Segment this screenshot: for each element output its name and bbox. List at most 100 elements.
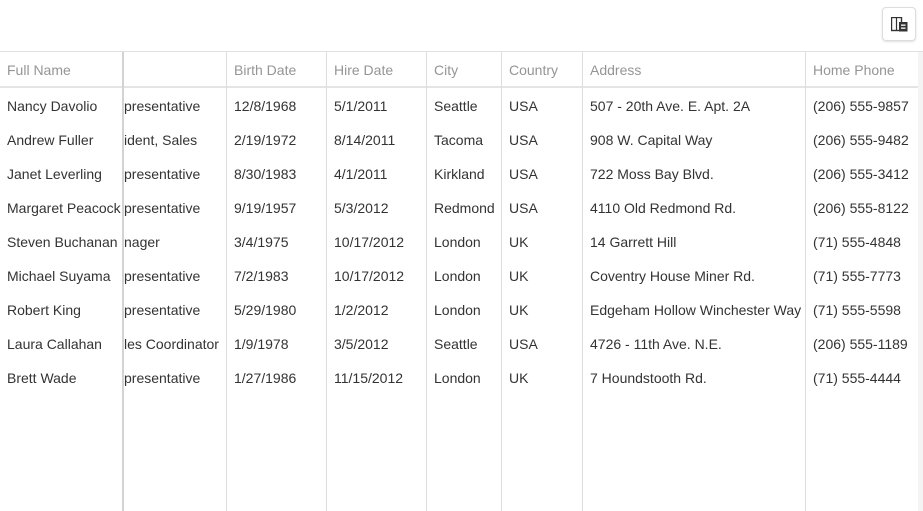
full-name-cell: Andrew Fuller [7, 132, 94, 148]
table-row[interactable]: Michael Suyama presentative 7/2/1983 10/17/… [0, 258, 918, 292]
table-row[interactable]: Andrew Fuller ident, Sales 2/19/1972 8/14/2… [0, 122, 918, 156]
home-phone-cell: (206) 555-9857 [813, 98, 909, 114]
address-cell: 14 Garrett Hill [590, 234, 677, 250]
hire-date-cell: 4/1/2011 [334, 166, 388, 182]
home-phone-cell: (206) 555-3412 [813, 166, 909, 182]
full-name-cell: Steven Buchanan [7, 234, 118, 250]
country-cell: UK [509, 234, 529, 250]
address-cell: 507 - 20th Ave. E. Apt. 2A [590, 98, 751, 114]
vertical-scrollbar[interactable] [918, 52, 923, 511]
header-birth-date[interactable]: Birth Date [227, 52, 326, 86]
table-row[interactable]: Brett Wade presentative 1/27/1986 11/15/201… [0, 360, 918, 394]
position-cell: nager [124, 224, 226, 258]
table-row[interactable]: Margaret Peacock presentative 9/19/1957 5/3… [0, 190, 918, 224]
city-cell: London [434, 268, 481, 284]
hire-date-cell: 11/15/2012 [334, 370, 404, 386]
position-text: presentative [124, 166, 201, 182]
birth-date-cell: 9/19/1957 [234, 200, 297, 216]
position-text: presentative [124, 302, 201, 318]
home-phone-cell: (71) 555-7773 [813, 268, 901, 284]
position-cell: ident, Sales [124, 122, 226, 156]
full-name-cell: Margaret Peacock [7, 200, 121, 216]
full-name-cell: Robert King [7, 302, 81, 318]
position-text: presentative [124, 200, 201, 216]
header-hire-date[interactable]: Hire Date [327, 52, 426, 86]
table-row[interactable]: Steven Buchanan nager 3/4/1975 10/17/2012 Lo… [0, 224, 918, 258]
full-name-cell: Brett Wade [7, 370, 77, 386]
country-cell: USA [509, 200, 538, 216]
country-cell: UK [509, 302, 529, 318]
city-cell: London [434, 234, 481, 250]
birth-date-cell: 1/9/1978 [234, 336, 289, 352]
country-cell: USA [509, 132, 538, 148]
header-address[interactable]: Address [583, 52, 805, 86]
address-cell: 908 W. Capital Way [590, 132, 713, 148]
address-cell: Coventry House Miner Rd. [590, 268, 755, 284]
position-cell: les Coordinator [124, 326, 226, 360]
home-phone-cell: (206) 555-9482 [813, 132, 909, 148]
position-text: ident, Sales [124, 132, 198, 148]
header-city[interactable]: City [427, 52, 501, 86]
position-cell: presentative [124, 360, 226, 394]
address-cell: 722 Moss Bay Blvd. [590, 166, 714, 182]
position-cell: presentative [124, 88, 226, 122]
hire-date-cell: 5/3/2012 [334, 200, 389, 216]
position-text: presentative [124, 268, 201, 284]
address-cell: Edgeham Hollow Winchester Way [590, 302, 802, 318]
position-cell: presentative [124, 156, 226, 190]
home-phone-cell: (206) 555-1189 [813, 336, 908, 352]
city-cell: Tacoma [434, 132, 484, 148]
full-name-cell: Janet Leverling [7, 166, 102, 182]
full-name-cell: Laura Callahan [7, 336, 102, 352]
position-text: nager [124, 234, 160, 250]
grid-toolbar [0, 0, 923, 52]
birth-date-cell: 3/4/1975 [234, 234, 289, 250]
country-cell: USA [509, 336, 538, 352]
hire-date-cell: 10/17/2012 [334, 234, 405, 250]
header-home-phone[interactable]: Home Phone [806, 52, 918, 86]
position-cell: presentative [124, 258, 226, 292]
table-row[interactable]: Nancy Davolio presentative 12/8/1968 5/1/20… [0, 88, 918, 122]
birth-date-cell: 12/8/1968 [234, 98, 297, 114]
city-cell: London [434, 302, 481, 318]
address-cell: 4726 - 11th Ave. N.E. [590, 336, 722, 352]
employees-grid: Full Name Birth Date Hire Date City Coun… [0, 52, 923, 511]
address-cell: 7 Houndstooth Rd. [590, 370, 707, 386]
table-row[interactable]: Janet Leverling presentative 8/30/1983 4/1/… [0, 156, 918, 190]
position-cell: presentative [124, 292, 226, 326]
hire-date-cell: 3/5/2012 [334, 336, 389, 352]
birth-date-cell: 8/30/1983 [234, 166, 297, 182]
header-position[interactable] [124, 52, 226, 86]
home-phone-cell: (71) 555-5598 [813, 302, 901, 318]
country-cell: UK [509, 370, 529, 386]
full-name-cell: Michael Suyama [7, 268, 111, 284]
country-cell: USA [509, 166, 538, 182]
country-cell: UK [509, 268, 529, 284]
birth-date-cell: 1/27/1986 [234, 370, 297, 386]
position-text: les Coordinator [124, 336, 219, 352]
home-phone-cell: (71) 555-4848 [813, 234, 901, 250]
city-cell: Seattle [434, 98, 478, 114]
position-cell: presentative [124, 190, 226, 224]
column-chooser-button[interactable] [882, 7, 916, 41]
table-row[interactable]: Laura Callahan les Coordinator 1/9/1978 3/5… [0, 326, 918, 360]
city-cell: London [434, 370, 481, 386]
header-country[interactable]: Country [502, 52, 582, 86]
hire-date-cell: 8/14/2011 [334, 132, 396, 148]
hire-date-cell: 1/2/2012 [334, 302, 389, 318]
position-text: presentative [124, 98, 201, 114]
column-chooser-icon [891, 17, 908, 32]
city-cell: Kirkland [434, 166, 485, 182]
city-cell: Seattle [434, 336, 478, 352]
table-row[interactable]: Robert King presentative 5/29/1980 1/2/2012… [0, 292, 918, 326]
full-name-cell: Nancy Davolio [7, 98, 98, 114]
birth-date-cell: 5/29/1980 [234, 302, 297, 318]
header-full-name[interactable]: Full Name [0, 52, 122, 86]
position-text: presentative [124, 370, 201, 386]
city-cell: Redmond [434, 200, 495, 216]
birth-date-cell: 2/19/1972 [234, 132, 297, 148]
birth-date-cell: 7/2/1983 [234, 268, 289, 284]
hire-date-cell: 10/17/2012 [334, 268, 405, 284]
country-cell: USA [509, 98, 538, 114]
hire-date-cell: 5/1/2011 [334, 98, 388, 114]
